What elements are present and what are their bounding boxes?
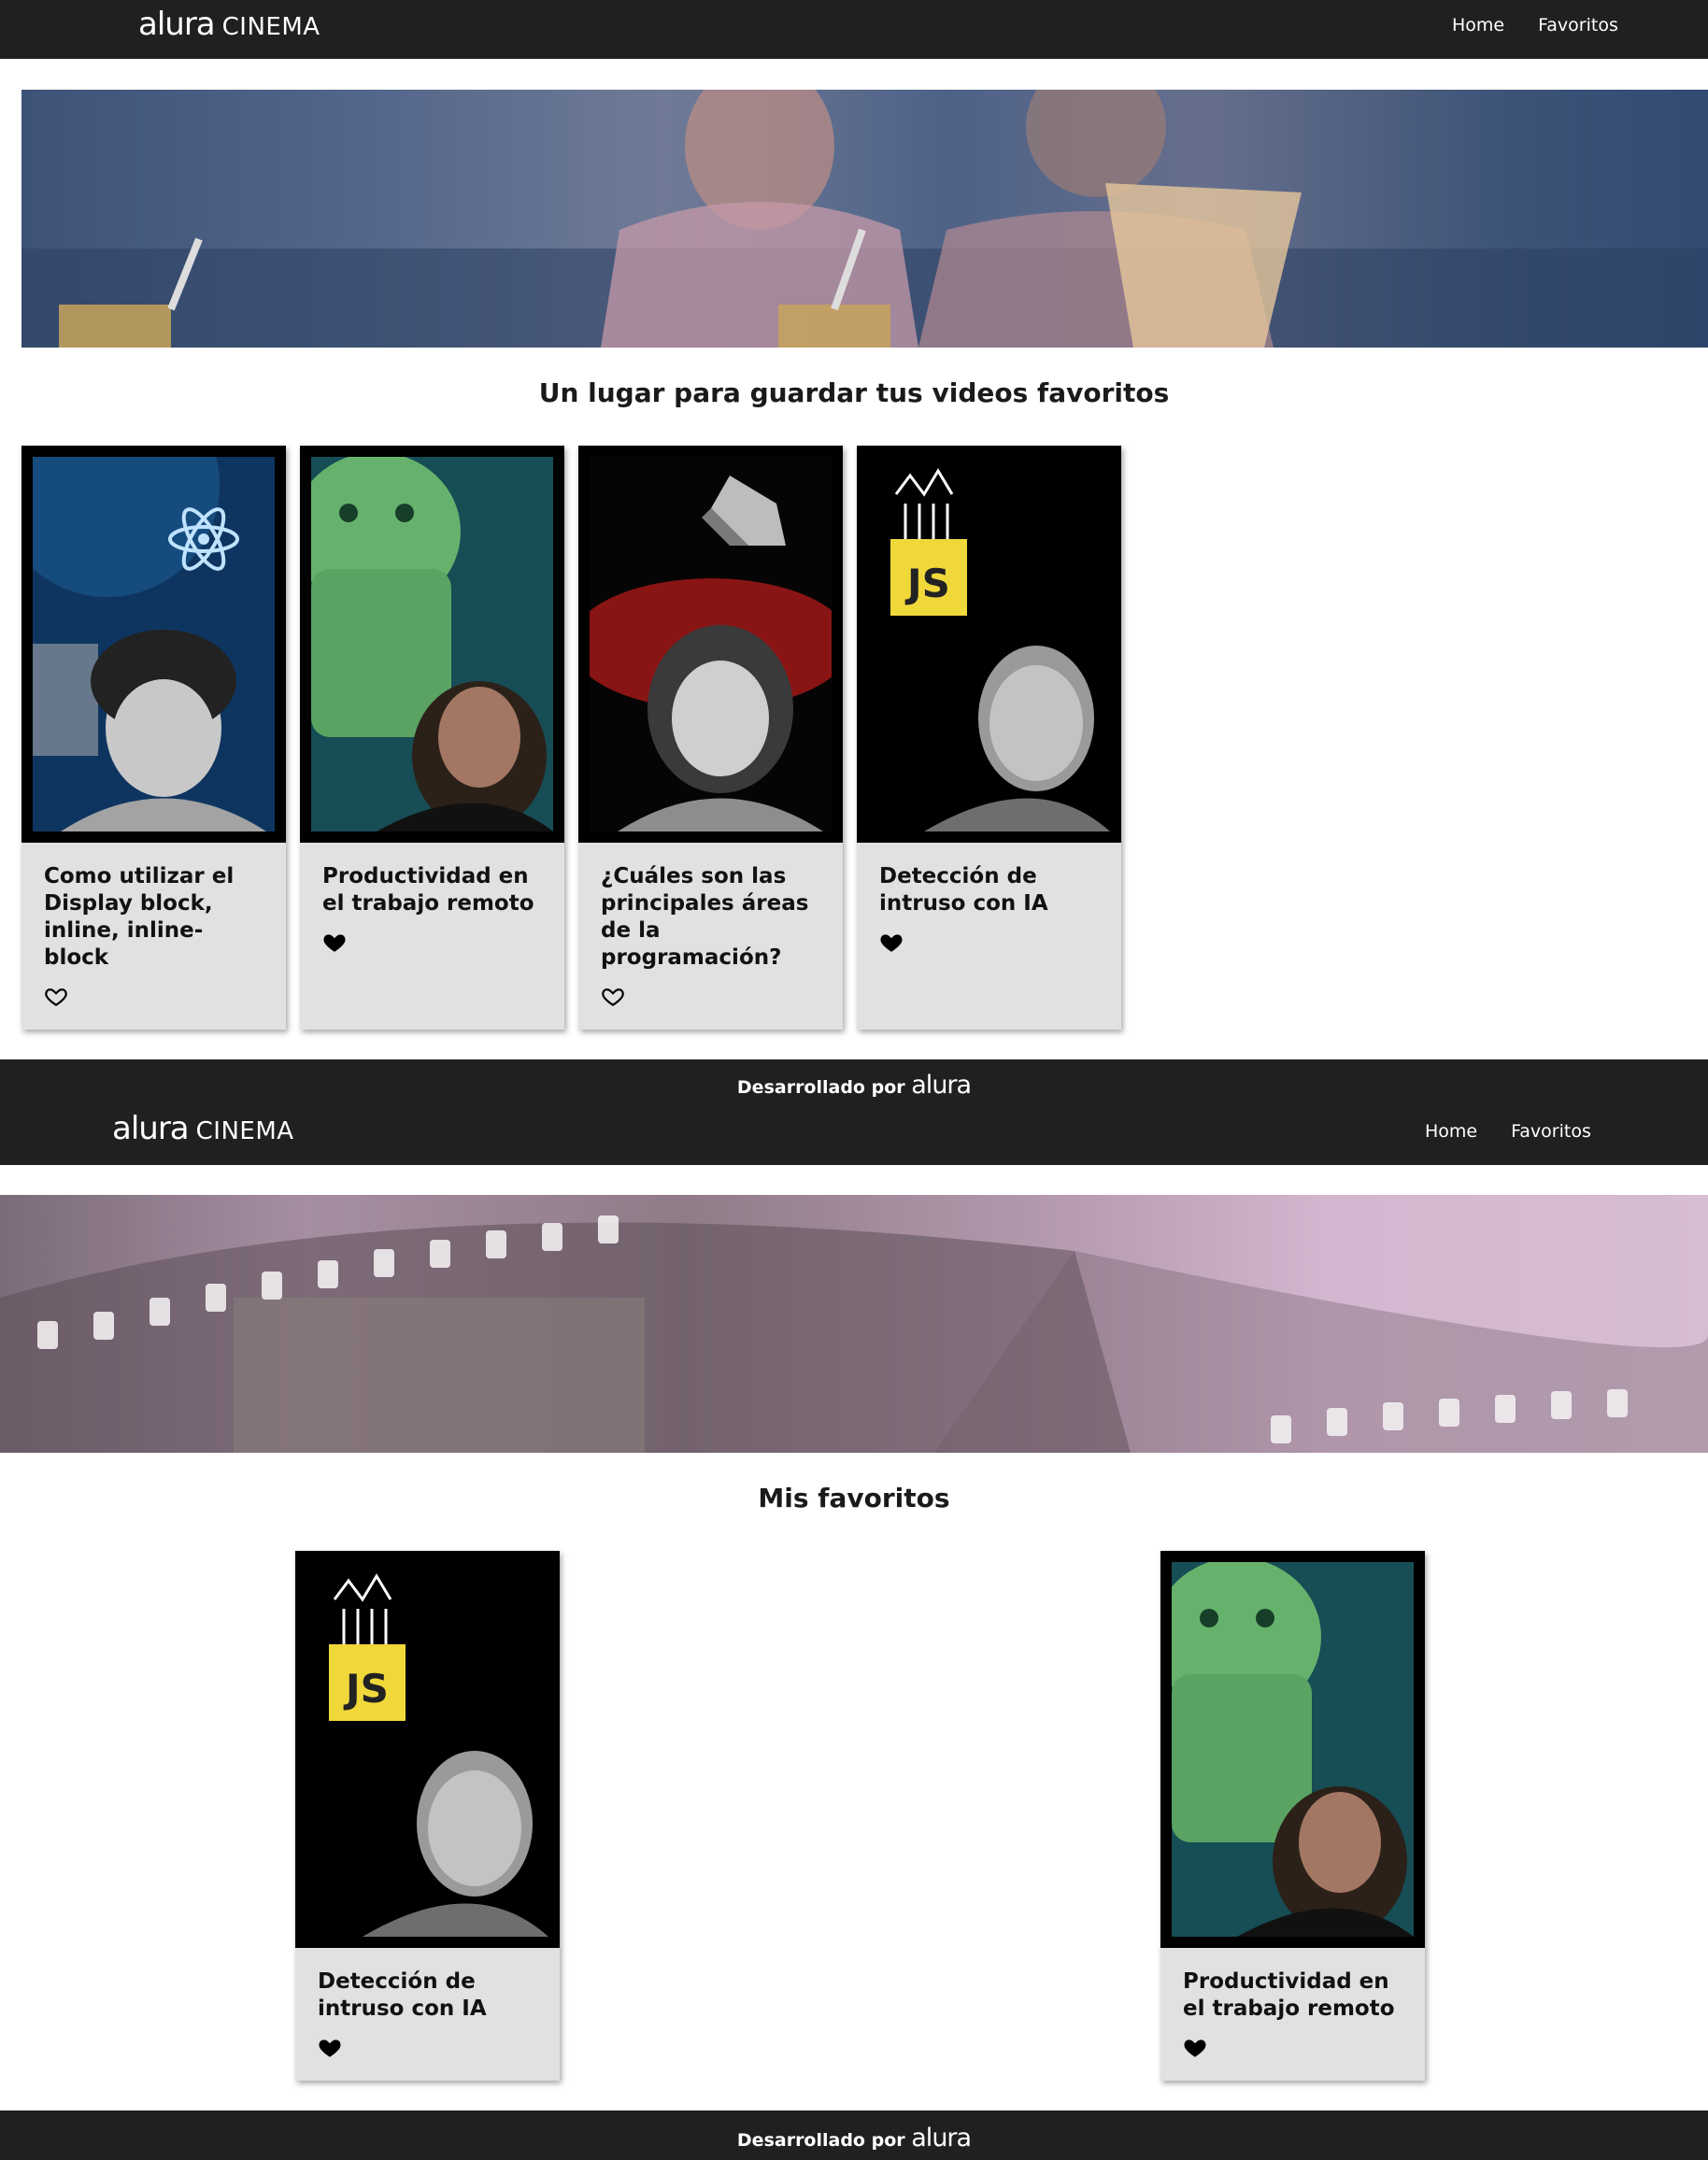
- home-banner-image: [21, 90, 1708, 348]
- heart-filled-icon[interactable]: [318, 2036, 342, 2060]
- heart-outline-icon[interactable]: [601, 985, 625, 1009]
- footer-text: Desarrollado por: [736, 1077, 905, 1098]
- video-card[interactable]: ¿Cuáles son las principales áreas de la …: [578, 446, 843, 1030]
- heart-filled-icon[interactable]: [322, 931, 347, 955]
- video-card[interactable]: Productividad en el trabajo remoto: [300, 446, 564, 1030]
- nav-home-link[interactable]: Home: [1452, 15, 1504, 36]
- video-card[interactable]: Productividad en el trabajo remoto: [1160, 1551, 1425, 2081]
- video-title: ¿Cuáles son las principales áreas de la …: [601, 864, 809, 970]
- video-title: Detección de intruso con IA: [879, 864, 1048, 916]
- video-thumbnail[interactable]: [21, 446, 286, 843]
- video-thumbnail[interactable]: JS: [295, 1551, 560, 1948]
- nav-favorites-link[interactable]: Favoritos: [1511, 1121, 1591, 1142]
- video-title: Detección de intruso con IA: [318, 1969, 487, 2021]
- footer-brand: alura: [911, 2124, 972, 2153]
- page-title-home: Un lugar para guardar tus videos favorit…: [538, 377, 1170, 408]
- footer-text: Desarrollado por: [736, 2130, 905, 2151]
- video-title: Productividad en el trabajo remoto: [322, 864, 534, 916]
- video-card[interactable]: JS Detección de intruso con IA: [295, 1551, 560, 2081]
- video-thumbnail[interactable]: [1160, 1551, 1425, 1948]
- svg-text:JS: JS: [904, 561, 950, 606]
- cinema-couple-illustration: [21, 90, 1708, 348]
- heart-filled-icon[interactable]: [879, 931, 904, 955]
- footer-favorites: Desarrollado por alura: [0, 2110, 1708, 2160]
- svg-text:JS: JS: [343, 1666, 389, 1712]
- logo-alura: alura: [112, 1110, 190, 1147]
- video-title: Como utilizar el Display block, inline, …: [44, 864, 235, 970]
- video-title: Productividad en el trabajo remoto: [1183, 1969, 1395, 2021]
- page-title-favorites: Mis favoritos: [758, 1483, 950, 1513]
- footer-home: Desarrollado por alura: [0, 1059, 1708, 1104]
- video-card[interactable]: JS Detección de intruso con IA: [857, 446, 1121, 1030]
- video-thumbnail[interactable]: JS: [857, 446, 1121, 843]
- header-home: alura CINEMA Home Favoritos: [0, 0, 1708, 59]
- video-card[interactable]: Como utilizar el Display block, inline, …: [21, 446, 286, 1030]
- heart-outline-icon[interactable]: [44, 985, 68, 1009]
- video-thumbnail[interactable]: [300, 446, 564, 843]
- page: alura CINEMA Home Favoritos Un lugar par…: [0, 0, 1708, 2160]
- logo[interactable]: alura CINEMA: [112, 1110, 294, 1147]
- header-favorites: alura CINEMA Home Favoritos: [0, 1104, 1708, 1165]
- logo-cinema: CINEMA: [221, 13, 320, 41]
- footer-brand: alura: [911, 1071, 972, 1100]
- logo-alura: alura: [138, 6, 216, 43]
- nav-home-link[interactable]: Home: [1425, 1121, 1477, 1142]
- logo-cinema: CINEMA: [195, 1117, 294, 1145]
- film-strip-illustration: [0, 1215, 1708, 1453]
- main-nav: Home Favoritos: [1425, 1121, 1591, 1142]
- main-nav: Home Favoritos: [1452, 15, 1618, 36]
- heart-filled-icon[interactable]: [1183, 2036, 1207, 2060]
- favorites-banner-image: [0, 1195, 1708, 1453]
- video-thumbnail[interactable]: [578, 446, 843, 843]
- nav-favorites-link[interactable]: Favoritos: [1538, 15, 1618, 36]
- logo[interactable]: alura CINEMA: [138, 6, 320, 43]
